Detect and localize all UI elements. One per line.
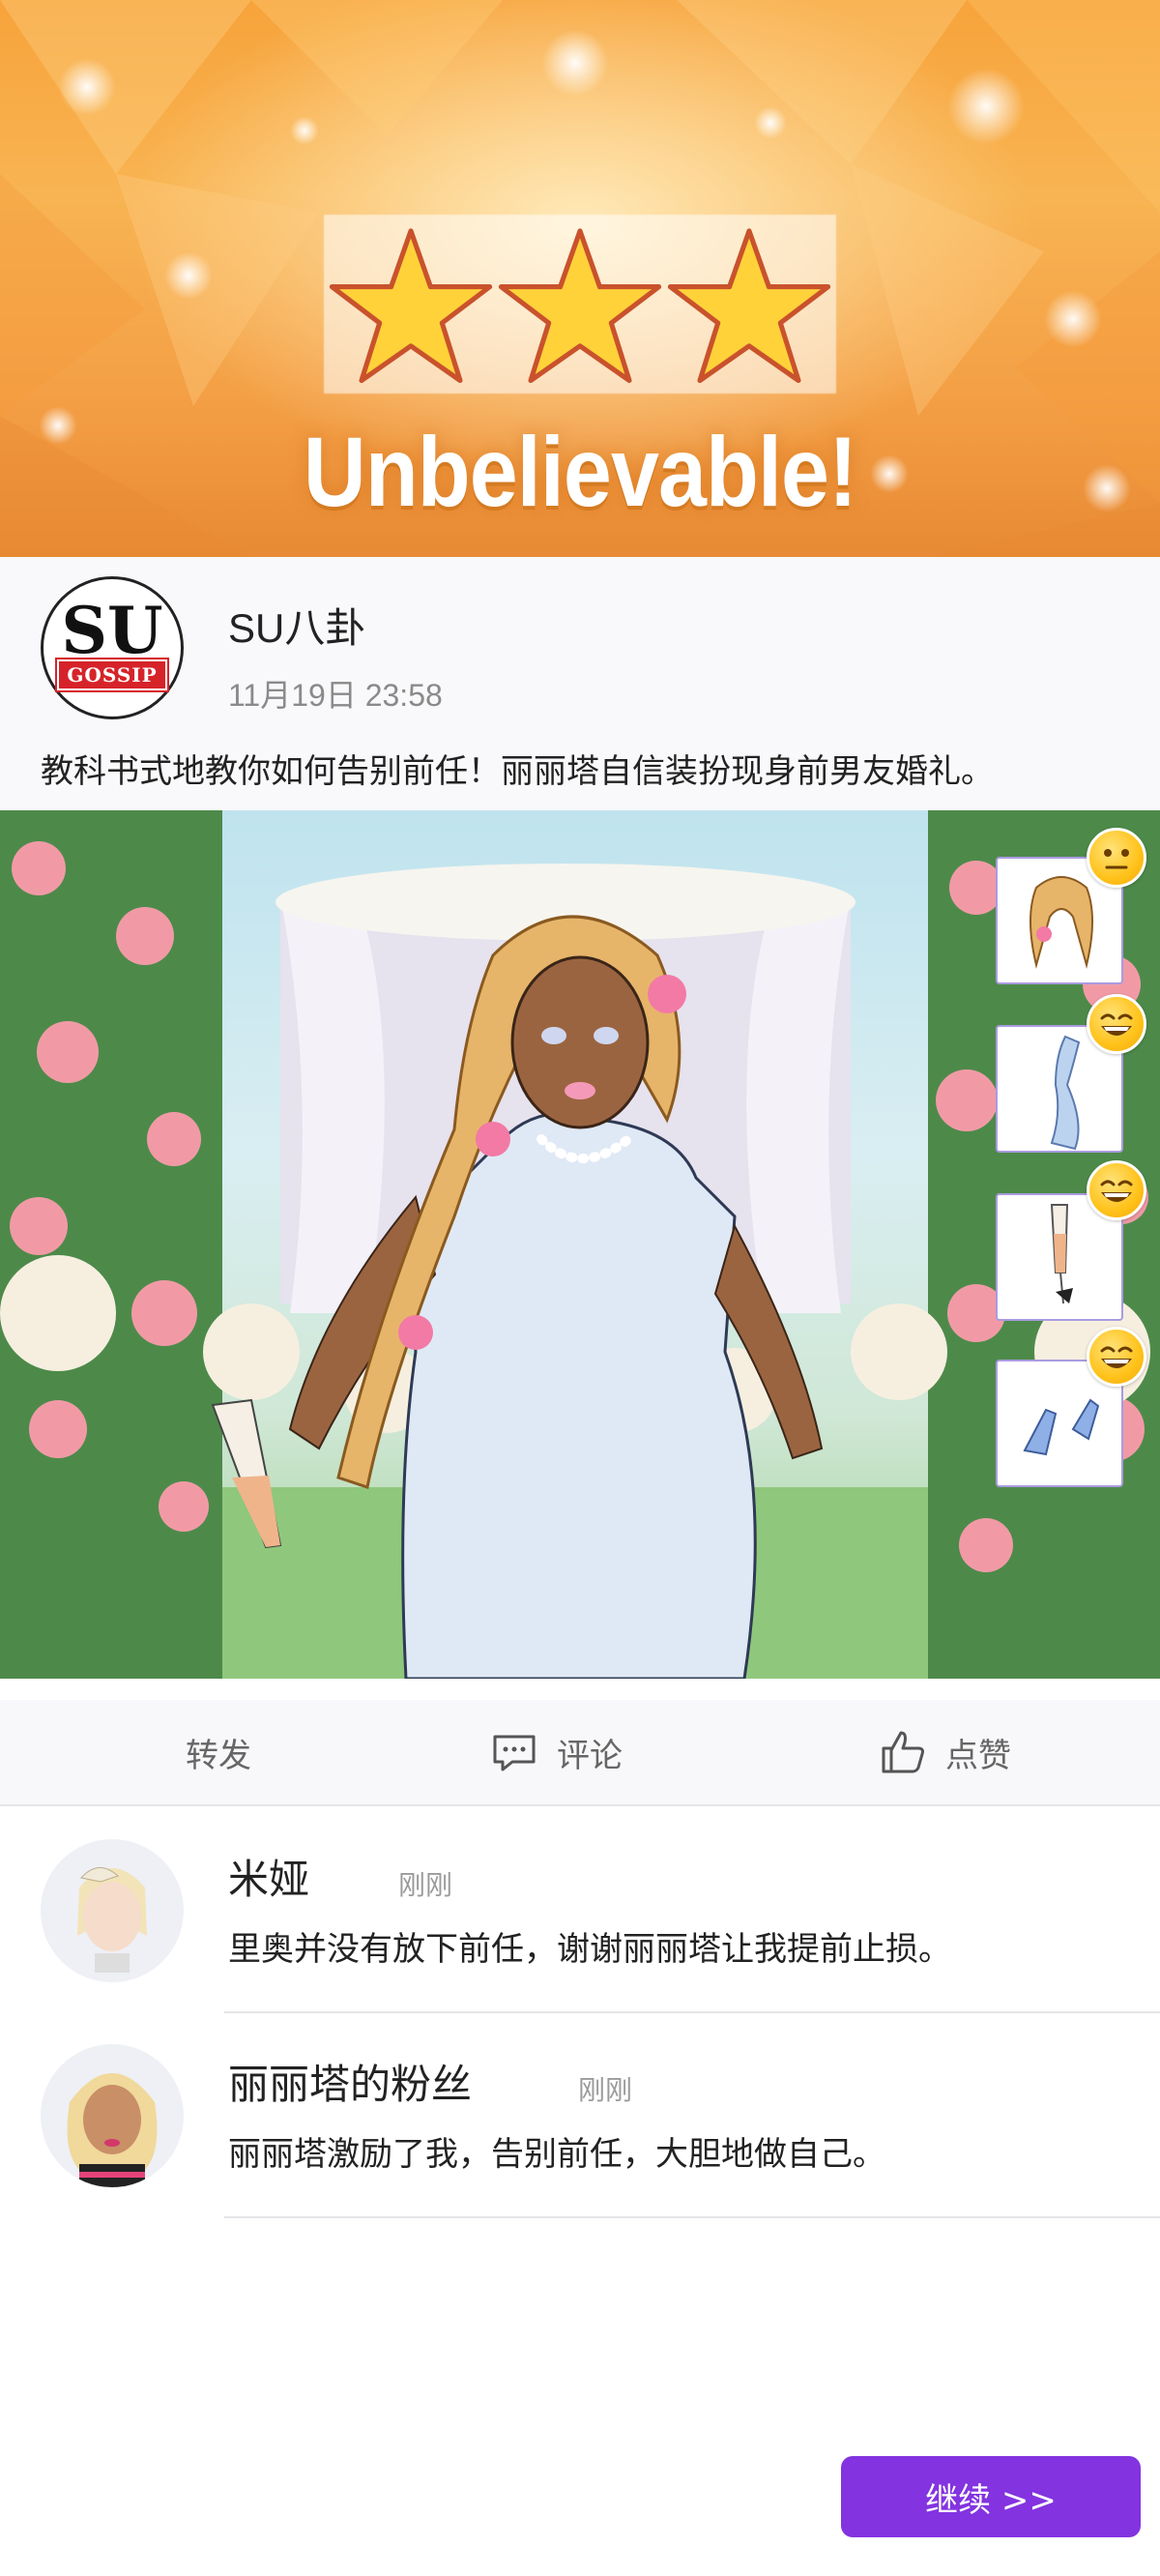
commenter-name[interactable]: 丽丽塔的粉丝 xyxy=(228,2052,472,2111)
star-icon xyxy=(667,228,831,384)
grin-face-icon xyxy=(1087,1327,1146,1387)
comment-label: 评论 xyxy=(557,1736,623,1775)
comment-item: 丽丽塔的粉丝 刚刚 丽丽塔激励了我，告别前任，大胆地做自己。 xyxy=(0,2013,1160,2218)
post-text: 教科书式地教你如何告别前任！丽丽塔自信装扮现身前男友婚礼。 xyxy=(41,752,994,791)
star-rating xyxy=(329,224,831,394)
share-button[interactable]: 转发 xyxy=(118,1727,251,1777)
outfit-scene-image xyxy=(0,810,1160,1679)
avatar[interactable] xyxy=(41,2044,184,2187)
comment-item: 米娅 刚刚 里奥并没有放下前任，谢谢丽丽塔让我提前止损。 xyxy=(0,1808,1160,2013)
divider xyxy=(224,2216,1160,2218)
comment-icon xyxy=(493,1735,536,1771)
neutral-face-icon xyxy=(1087,828,1146,888)
comment-text: 里奥并没有放下前任，谢谢丽丽塔让我提前止损。 xyxy=(228,1930,951,1969)
logo-text: SU xyxy=(61,593,163,668)
post-timestamp: 11月19日 23:58 xyxy=(228,678,443,713)
grin-face-icon xyxy=(1087,1160,1146,1220)
comment-button[interactable]: 评论 xyxy=(489,1727,623,1777)
author-name[interactable]: SU八卦 xyxy=(228,596,365,655)
post-action-bar: 转发 评论 点赞 xyxy=(0,1679,1160,1806)
star-icon xyxy=(329,228,493,384)
result-headline: Unbelievable! xyxy=(303,417,857,527)
comment-time: 刚刚 xyxy=(578,2074,633,2106)
comment-time: 刚刚 xyxy=(398,1869,453,1901)
like-button[interactable]: 点赞 xyxy=(878,1727,1011,1777)
post-header: SU GOSSIP SU八卦 11月19日 23:58 教科书式地教你如何告别前… xyxy=(0,557,1160,810)
grin-face-icon xyxy=(1087,994,1146,1054)
like-label: 点赞 xyxy=(945,1736,1011,1775)
avatar[interactable] xyxy=(41,1839,184,1982)
share-icon xyxy=(122,1739,157,1770)
result-banner: Unbelievable! xyxy=(0,0,1160,557)
wedding-scene-illustration xyxy=(0,810,1160,1679)
star-icon xyxy=(498,228,662,384)
continue-button[interactable]: 继续 >> xyxy=(841,2456,1141,2537)
share-label: 转发 xyxy=(186,1736,251,1775)
comment-text: 丽丽塔激励了我，告别前任，大胆地做自己。 xyxy=(228,2135,885,2174)
commenter-name[interactable]: 米娅 xyxy=(228,1847,309,1906)
logo-subtext: GOSSIP xyxy=(55,658,169,692)
publisher-logo[interactable]: SU GOSSIP xyxy=(41,576,184,719)
thumbs-up-icon xyxy=(882,1731,924,1773)
